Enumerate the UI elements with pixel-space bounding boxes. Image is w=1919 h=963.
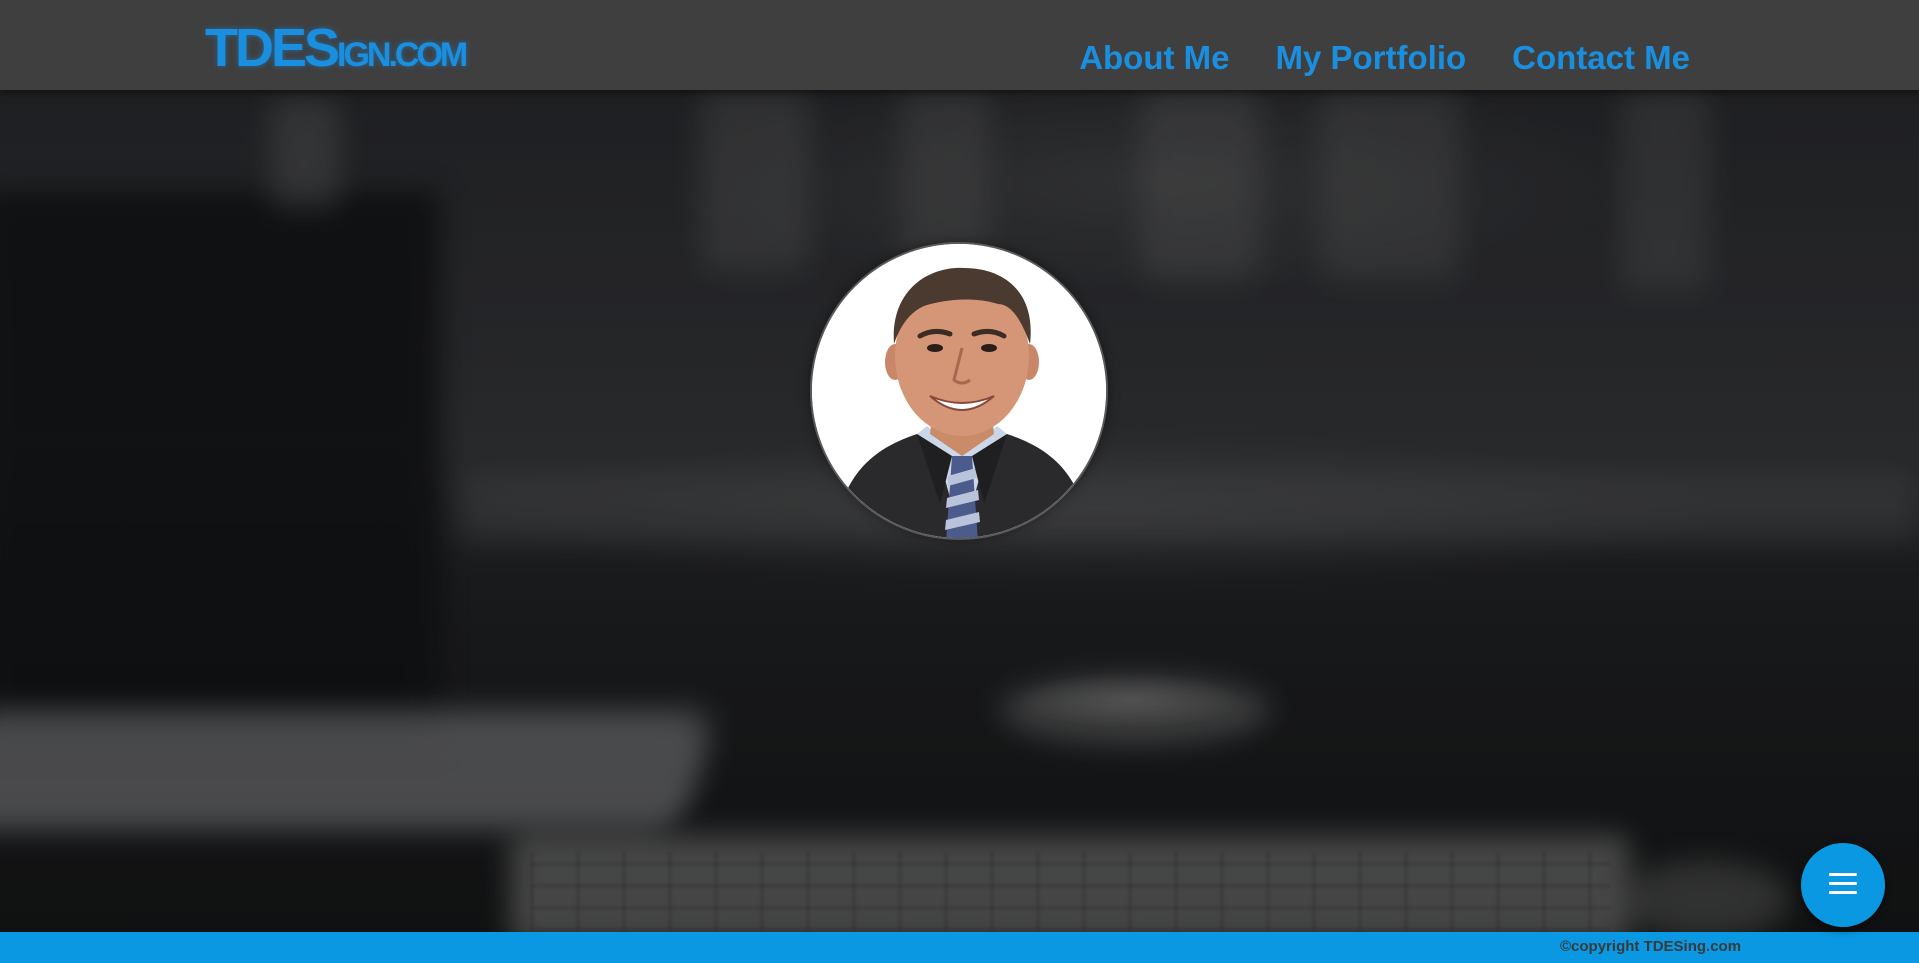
- profile-photo-icon: [812, 244, 1106, 538]
- hamburger-menu-icon: [1829, 873, 1857, 895]
- site-header: TDESIGN.COM About Me My Portfolio Contac…: [0, 0, 1919, 90]
- logo-text-small: IGN.COM: [337, 36, 468, 74]
- copyright-text: ©copyright TDESing.com: [1560, 938, 1742, 955]
- nav-contact-me[interactable]: Contact Me: [1512, 36, 1690, 80]
- logo-text-big: TDES: [205, 18, 340, 78]
- site-logo[interactable]: TDESIGN.COM: [205, 18, 468, 78]
- main-nav: About Me My Portfolio Contact Me: [1079, 36, 1690, 80]
- page: TDESIGN.COM About Me My Portfolio Contac…: [0, 0, 1919, 963]
- menu-fab-button[interactable]: [1801, 843, 1885, 927]
- nav-about-me[interactable]: About Me: [1079, 36, 1229, 80]
- nav-my-portfolio[interactable]: My Portfolio: [1276, 36, 1467, 80]
- site-footer: ©copyright TDESing.com: [0, 932, 1919, 963]
- profile-avatar: [810, 242, 1108, 540]
